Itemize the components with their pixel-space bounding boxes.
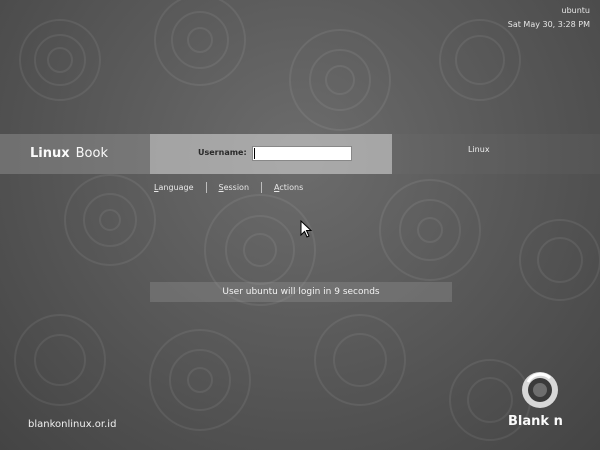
username-label: Username: xyxy=(198,148,247,157)
brand-word-book: Book xyxy=(75,146,108,161)
login-form-panel: Username: xyxy=(150,134,392,174)
menu-session[interactable]: Session xyxy=(219,183,250,192)
login-band: Linux Book Username: Linux xyxy=(0,134,600,174)
menu-language[interactable]: Language xyxy=(154,183,194,192)
autologin-message: User ubuntu will login in 9 seconds xyxy=(222,287,380,297)
mouse-pointer-icon xyxy=(300,220,313,238)
footer-logo-text: Blank n xyxy=(508,414,563,429)
blankon-logo-icon xyxy=(522,372,558,408)
top-panel: ubuntu Sat May 30, 3:28 PM xyxy=(508,4,590,32)
current-username: ubuntu xyxy=(561,6,591,15)
text-caret xyxy=(254,148,255,159)
autologin-status-bar: User ubuntu will login in 9 seconds xyxy=(150,282,452,302)
login-options-menu: Language Session Actions xyxy=(154,182,303,193)
menu-separator xyxy=(205,182,207,193)
host-panel: Linux xyxy=(392,134,600,174)
menu-actions[interactable]: Actions xyxy=(274,183,303,192)
brand-word-linux: Linux xyxy=(30,146,70,161)
menu-separator xyxy=(261,182,263,193)
brand-title: Linux Book xyxy=(30,146,108,161)
brand-panel: Linux Book xyxy=(0,134,150,174)
host-label: Linux xyxy=(468,145,490,154)
username-input[interactable] xyxy=(252,146,352,161)
clock: Sat May 30, 3:28 PM xyxy=(507,20,590,29)
footer-url: blankonlinux.or.id xyxy=(28,419,117,430)
